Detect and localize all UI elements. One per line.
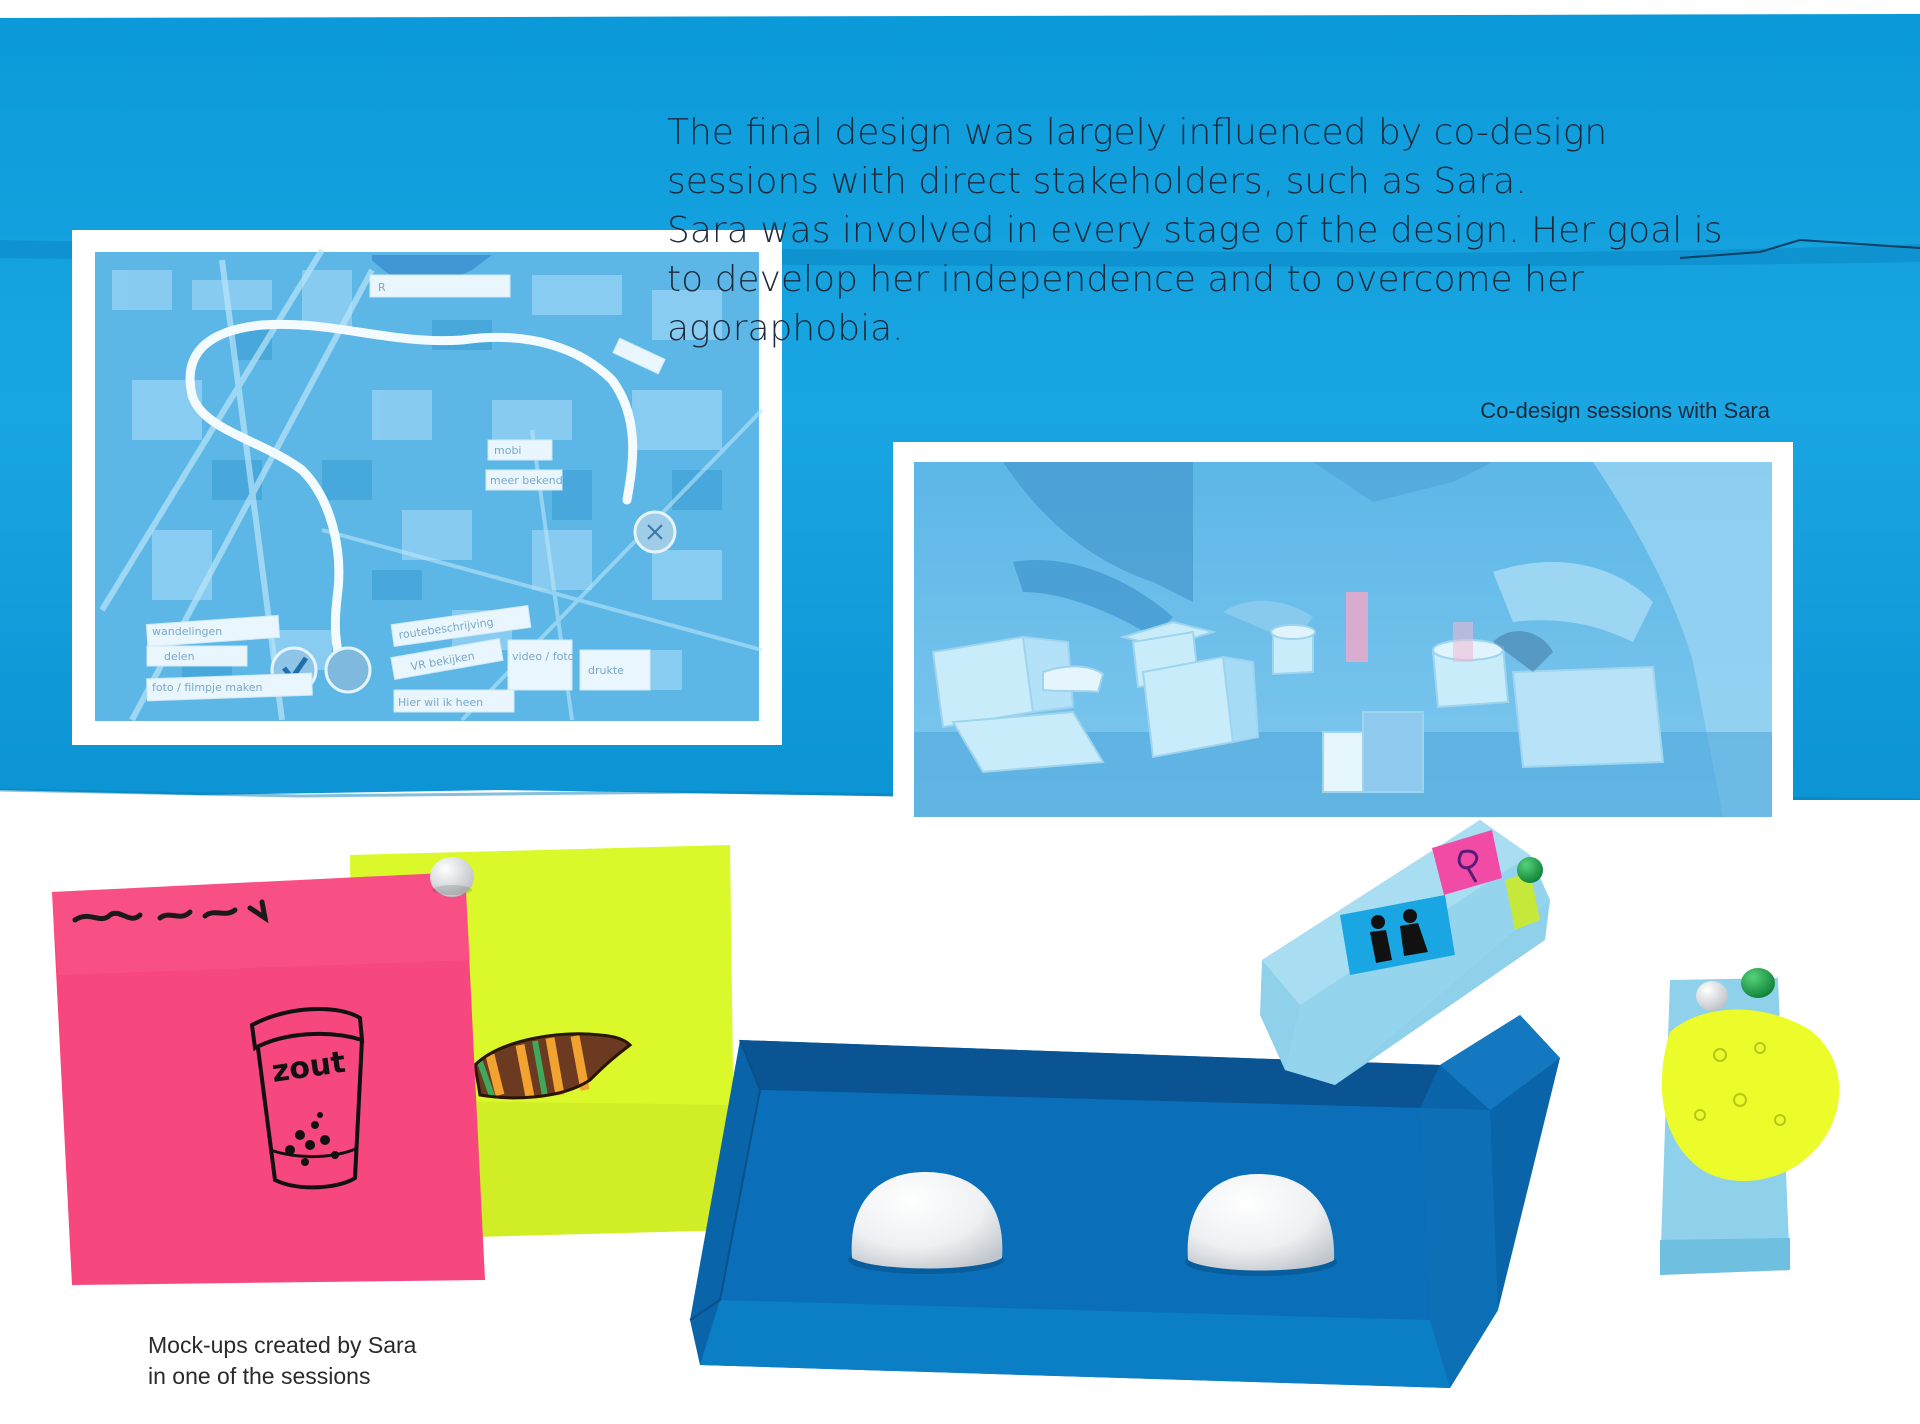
map-label-bottom-8: Hier wil ik heen bbox=[398, 696, 483, 709]
co-design-session-photo bbox=[893, 442, 1793, 817]
map-label-bottom-2: delen bbox=[164, 650, 195, 663]
map-label-right-2: meer bekend bbox=[490, 474, 563, 487]
blue-tray-mockup bbox=[689, 1015, 1560, 1388]
sessions-caption: Co-design sessions with Sara bbox=[1480, 398, 1770, 423]
map-label-right-1: mobi bbox=[494, 444, 521, 457]
map-label-bottom-7: drukte bbox=[588, 664, 624, 677]
foam-device-yellow-disc-mockup bbox=[1660, 968, 1840, 1275]
map-label-top: R bbox=[378, 281, 386, 294]
map-label-bottom-3: foto / filmpje maken bbox=[152, 681, 263, 694]
intro-text: The final design was largely influenced … bbox=[667, 112, 1723, 349]
map-label-bottom-1: wandelingen bbox=[152, 625, 222, 638]
mockups-caption: Mock-ups created by Sara in one of the s… bbox=[148, 1332, 417, 1389]
pink-sticky-note: zout bbox=[52, 872, 485, 1285]
map-label-bottom-6: video / foto bbox=[512, 650, 575, 663]
